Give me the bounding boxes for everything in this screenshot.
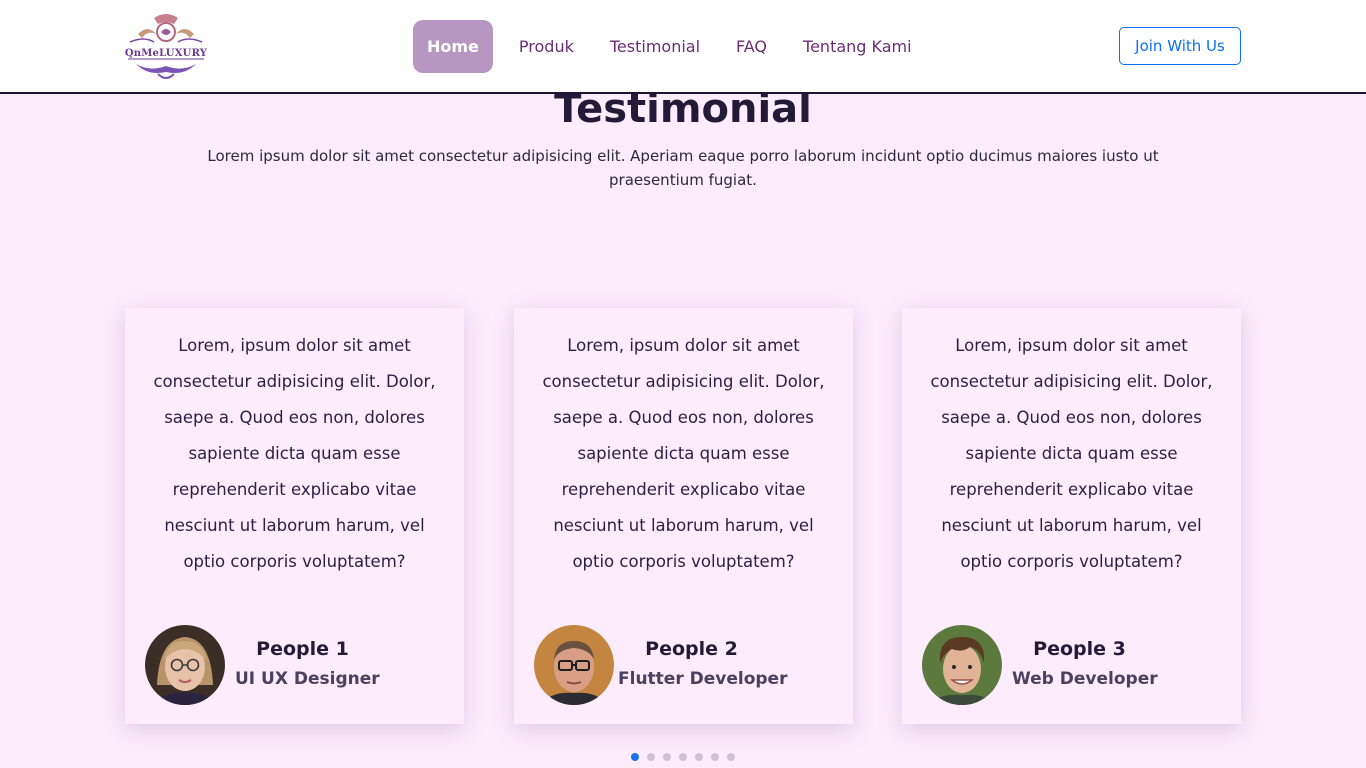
nav-item-testimonial[interactable]: Testimonial <box>592 20 718 73</box>
avatar <box>922 625 1002 705</box>
nav-item-home[interactable]: Home <box>413 20 493 73</box>
carousel-dot[interactable] <box>695 753 703 761</box>
navbar: QnMeLUXURY Home Produk Testimonial FAQ T… <box>0 0 1366 94</box>
brand-logo[interactable]: QnMeLUXURY <box>124 12 208 82</box>
carousel-dot[interactable] <box>663 753 671 761</box>
crest-logo-icon <box>128 14 204 79</box>
section-description: Lorem ipsum dolor sit amet consectetur a… <box>207 147 1159 189</box>
avatar <box>534 625 614 705</box>
carousel-dot[interactable] <box>631 753 639 761</box>
testimonial-quote: Lorem, ipsum dolor sit amet consectetur … <box>542 336 825 571</box>
testimonial-card: Lorem, ipsum dolor sit amet consectetur … <box>902 308 1241 724</box>
carousel-dot[interactable] <box>711 753 719 761</box>
testimonial-quote: Lorem, ipsum dolor sit amet consectetur … <box>153 336 436 571</box>
join-with-us-button[interactable]: Join With Us <box>1119 27 1241 65</box>
person-role: Web Developer <box>1012 669 1158 689</box>
carousel-dot[interactable] <box>647 753 655 761</box>
woman-portrait-icon <box>145 625 225 705</box>
person-role: Flutter Developer <box>618 669 788 689</box>
avatar <box>145 625 225 705</box>
testimonial-card: Lorem, ipsum dolor sit amet consectetur … <box>125 308 464 724</box>
main-nav: Home Produk Testimonial FAQ Tentang Kami <box>413 20 930 73</box>
brand-logo-text: QnMeLUXURY <box>124 48 208 59</box>
carousel-dot[interactable] <box>679 753 687 761</box>
testimonial-quote: Lorem, ipsum dolor sit amet consectetur … <box>930 336 1213 571</box>
carousel-dot[interactable] <box>727 753 735 761</box>
person-name: People 1 <box>256 638 349 660</box>
man-portrait-icon <box>534 625 614 705</box>
nav-item-produk[interactable]: Produk <box>501 20 592 73</box>
nav-item-faq[interactable]: FAQ <box>718 20 785 73</box>
testimonial-card: Lorem, ipsum dolor sit amet consectetur … <box>514 308 853 724</box>
person-role: UI UX Designer <box>235 669 380 689</box>
nav-item-tentang-kami[interactable]: Tentang Kami <box>785 20 930 73</box>
person-name: People 2 <box>645 638 738 660</box>
person-name: People 3 <box>1033 638 1126 660</box>
carousel-pagination <box>631 753 735 761</box>
young-man-portrait-icon <box>922 625 1002 705</box>
